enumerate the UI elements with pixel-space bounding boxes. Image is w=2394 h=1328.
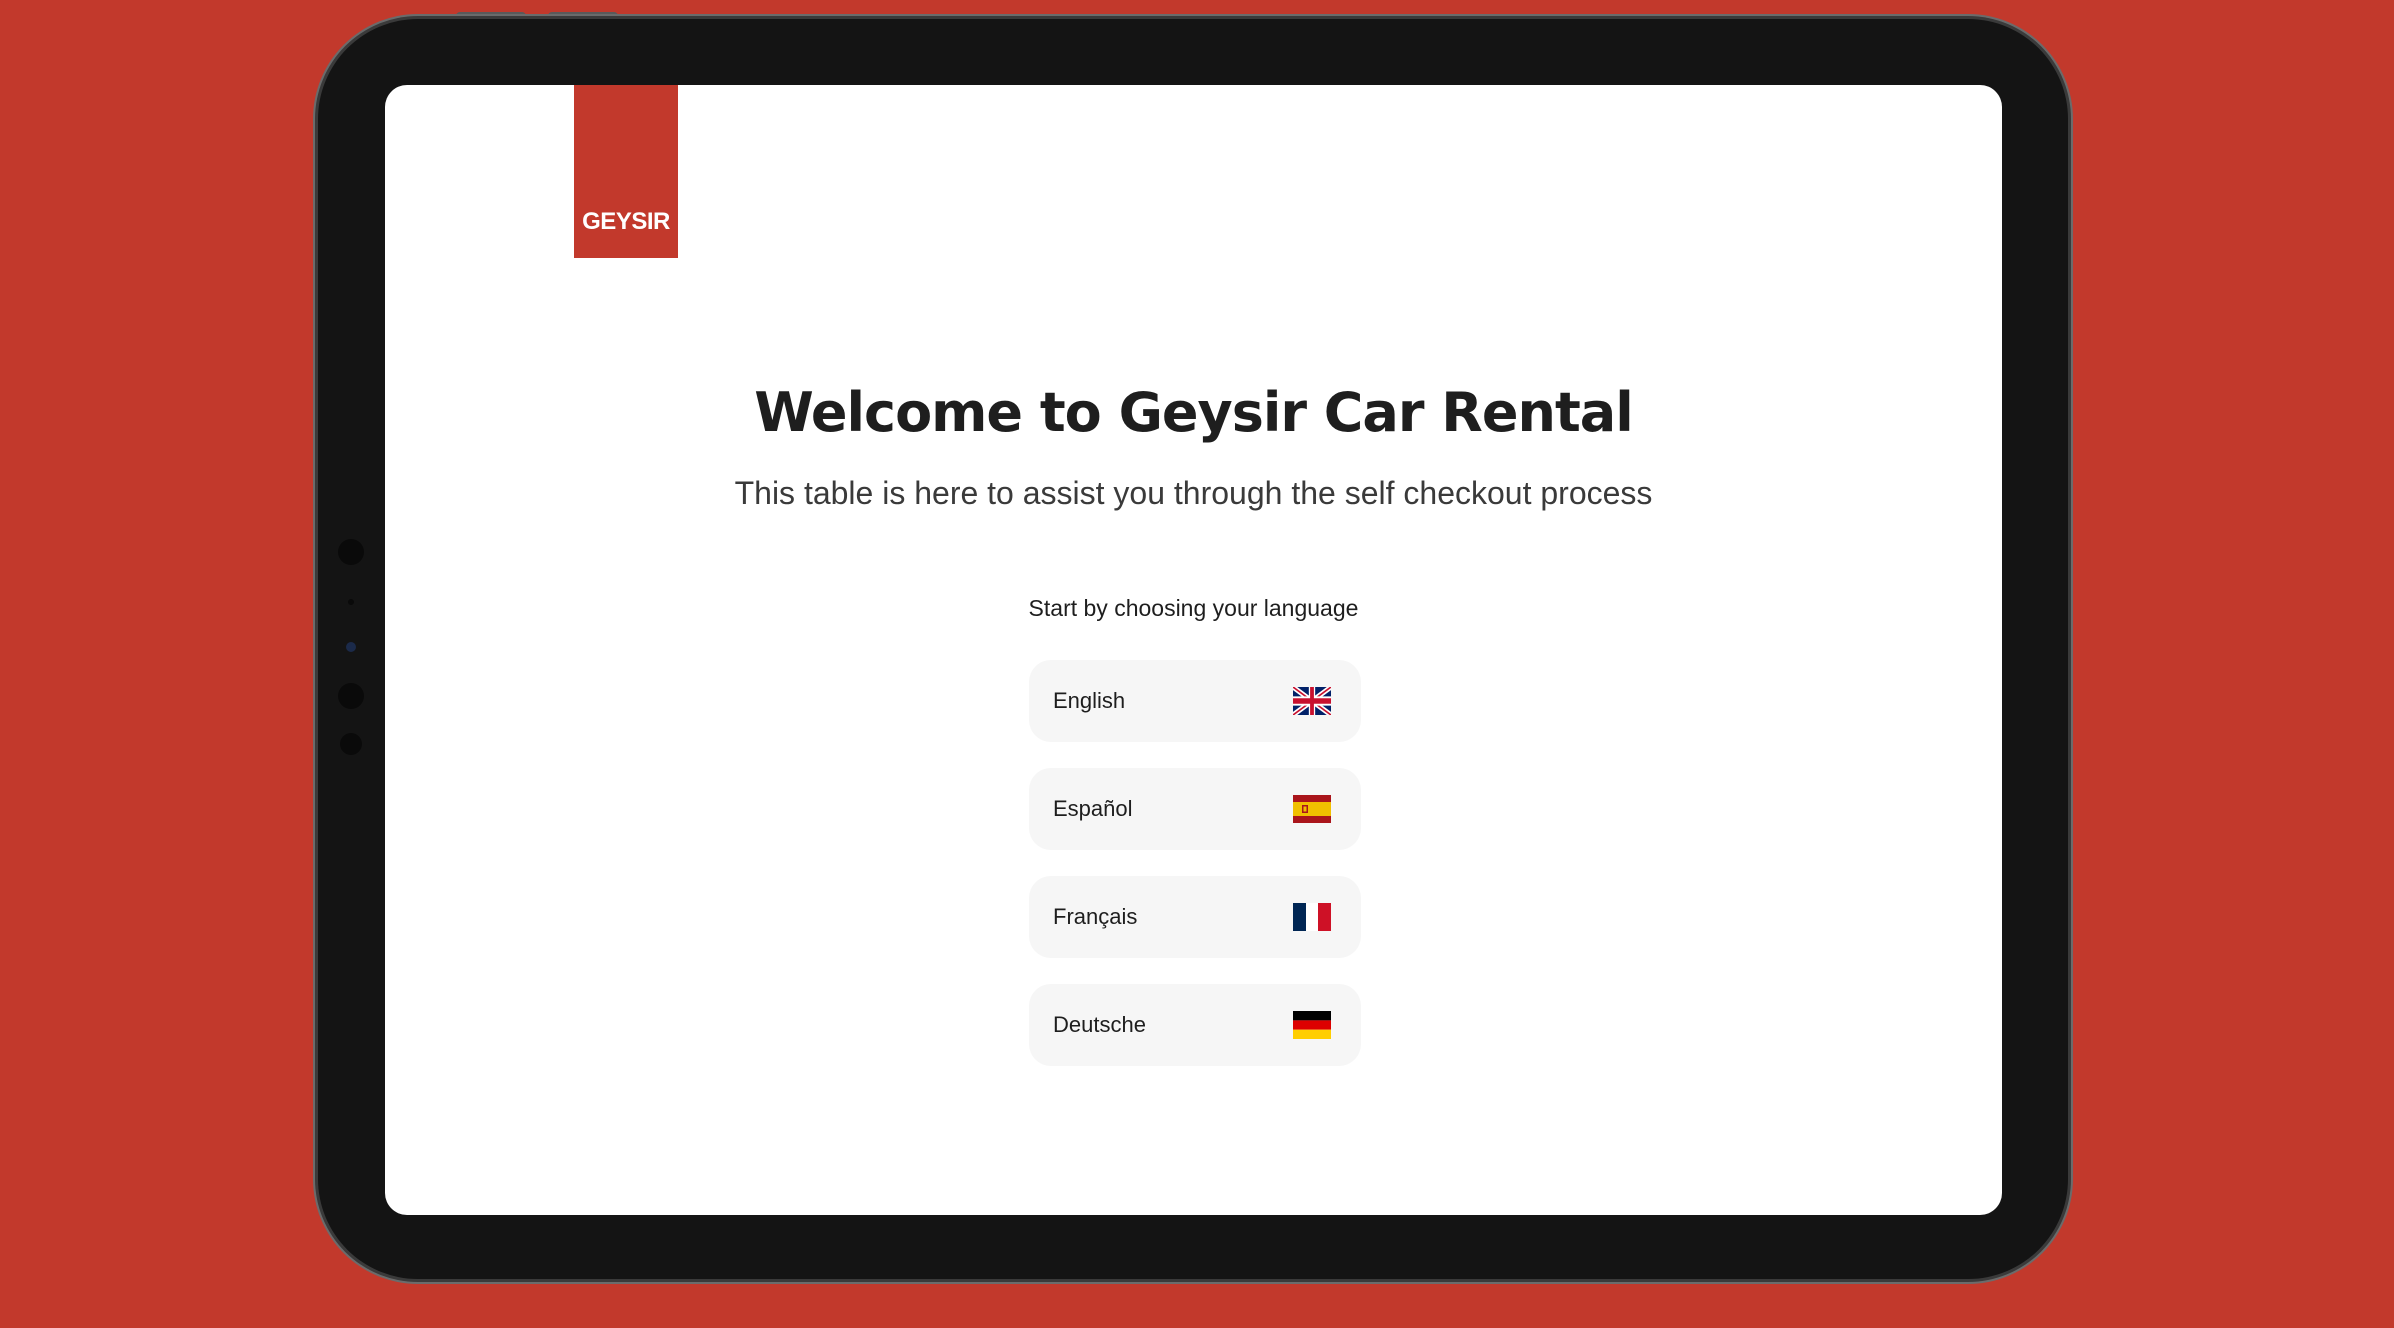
language-button-spanish[interactable]: Español [1029, 768, 1361, 850]
language-button-german[interactable]: Deutsche [1029, 984, 1361, 1066]
language-label: Deutsche [1053, 1012, 1146, 1037]
camera-sensor [348, 599, 354, 605]
spain-flag-icon [1293, 795, 1331, 823]
camera-sensor [340, 733, 362, 755]
camera-sensor [338, 539, 364, 565]
germany-flag-icon [1293, 1011, 1331, 1039]
language-button-english[interactable]: English [1029, 660, 1361, 742]
geysir-logo: GEYSIR [574, 85, 678, 258]
logo-text: GEYSIR [582, 208, 670, 235]
camera-sensor [338, 683, 364, 709]
language-label: Français [1053, 904, 1138, 929]
camera-lens [346, 642, 356, 652]
language-label: Español [1053, 796, 1133, 821]
language-button-french[interactable]: Français [1029, 876, 1361, 958]
page-title: Welcome to Geysir Car Rental [754, 381, 1633, 444]
language-prompt: Start by choosing your language [1028, 595, 1359, 621]
uk-flag-icon [1293, 687, 1331, 715]
app-screen: GEYSIR Welcome to Geysir Car Rental This… [385, 85, 2002, 1215]
language-label: English [1053, 688, 1126, 713]
france-flag-icon [1293, 903, 1331, 931]
page-subtitle: This table is here to assist you through… [734, 475, 1653, 511]
language-list: English Español Français Deutsche [1029, 660, 1361, 1092]
